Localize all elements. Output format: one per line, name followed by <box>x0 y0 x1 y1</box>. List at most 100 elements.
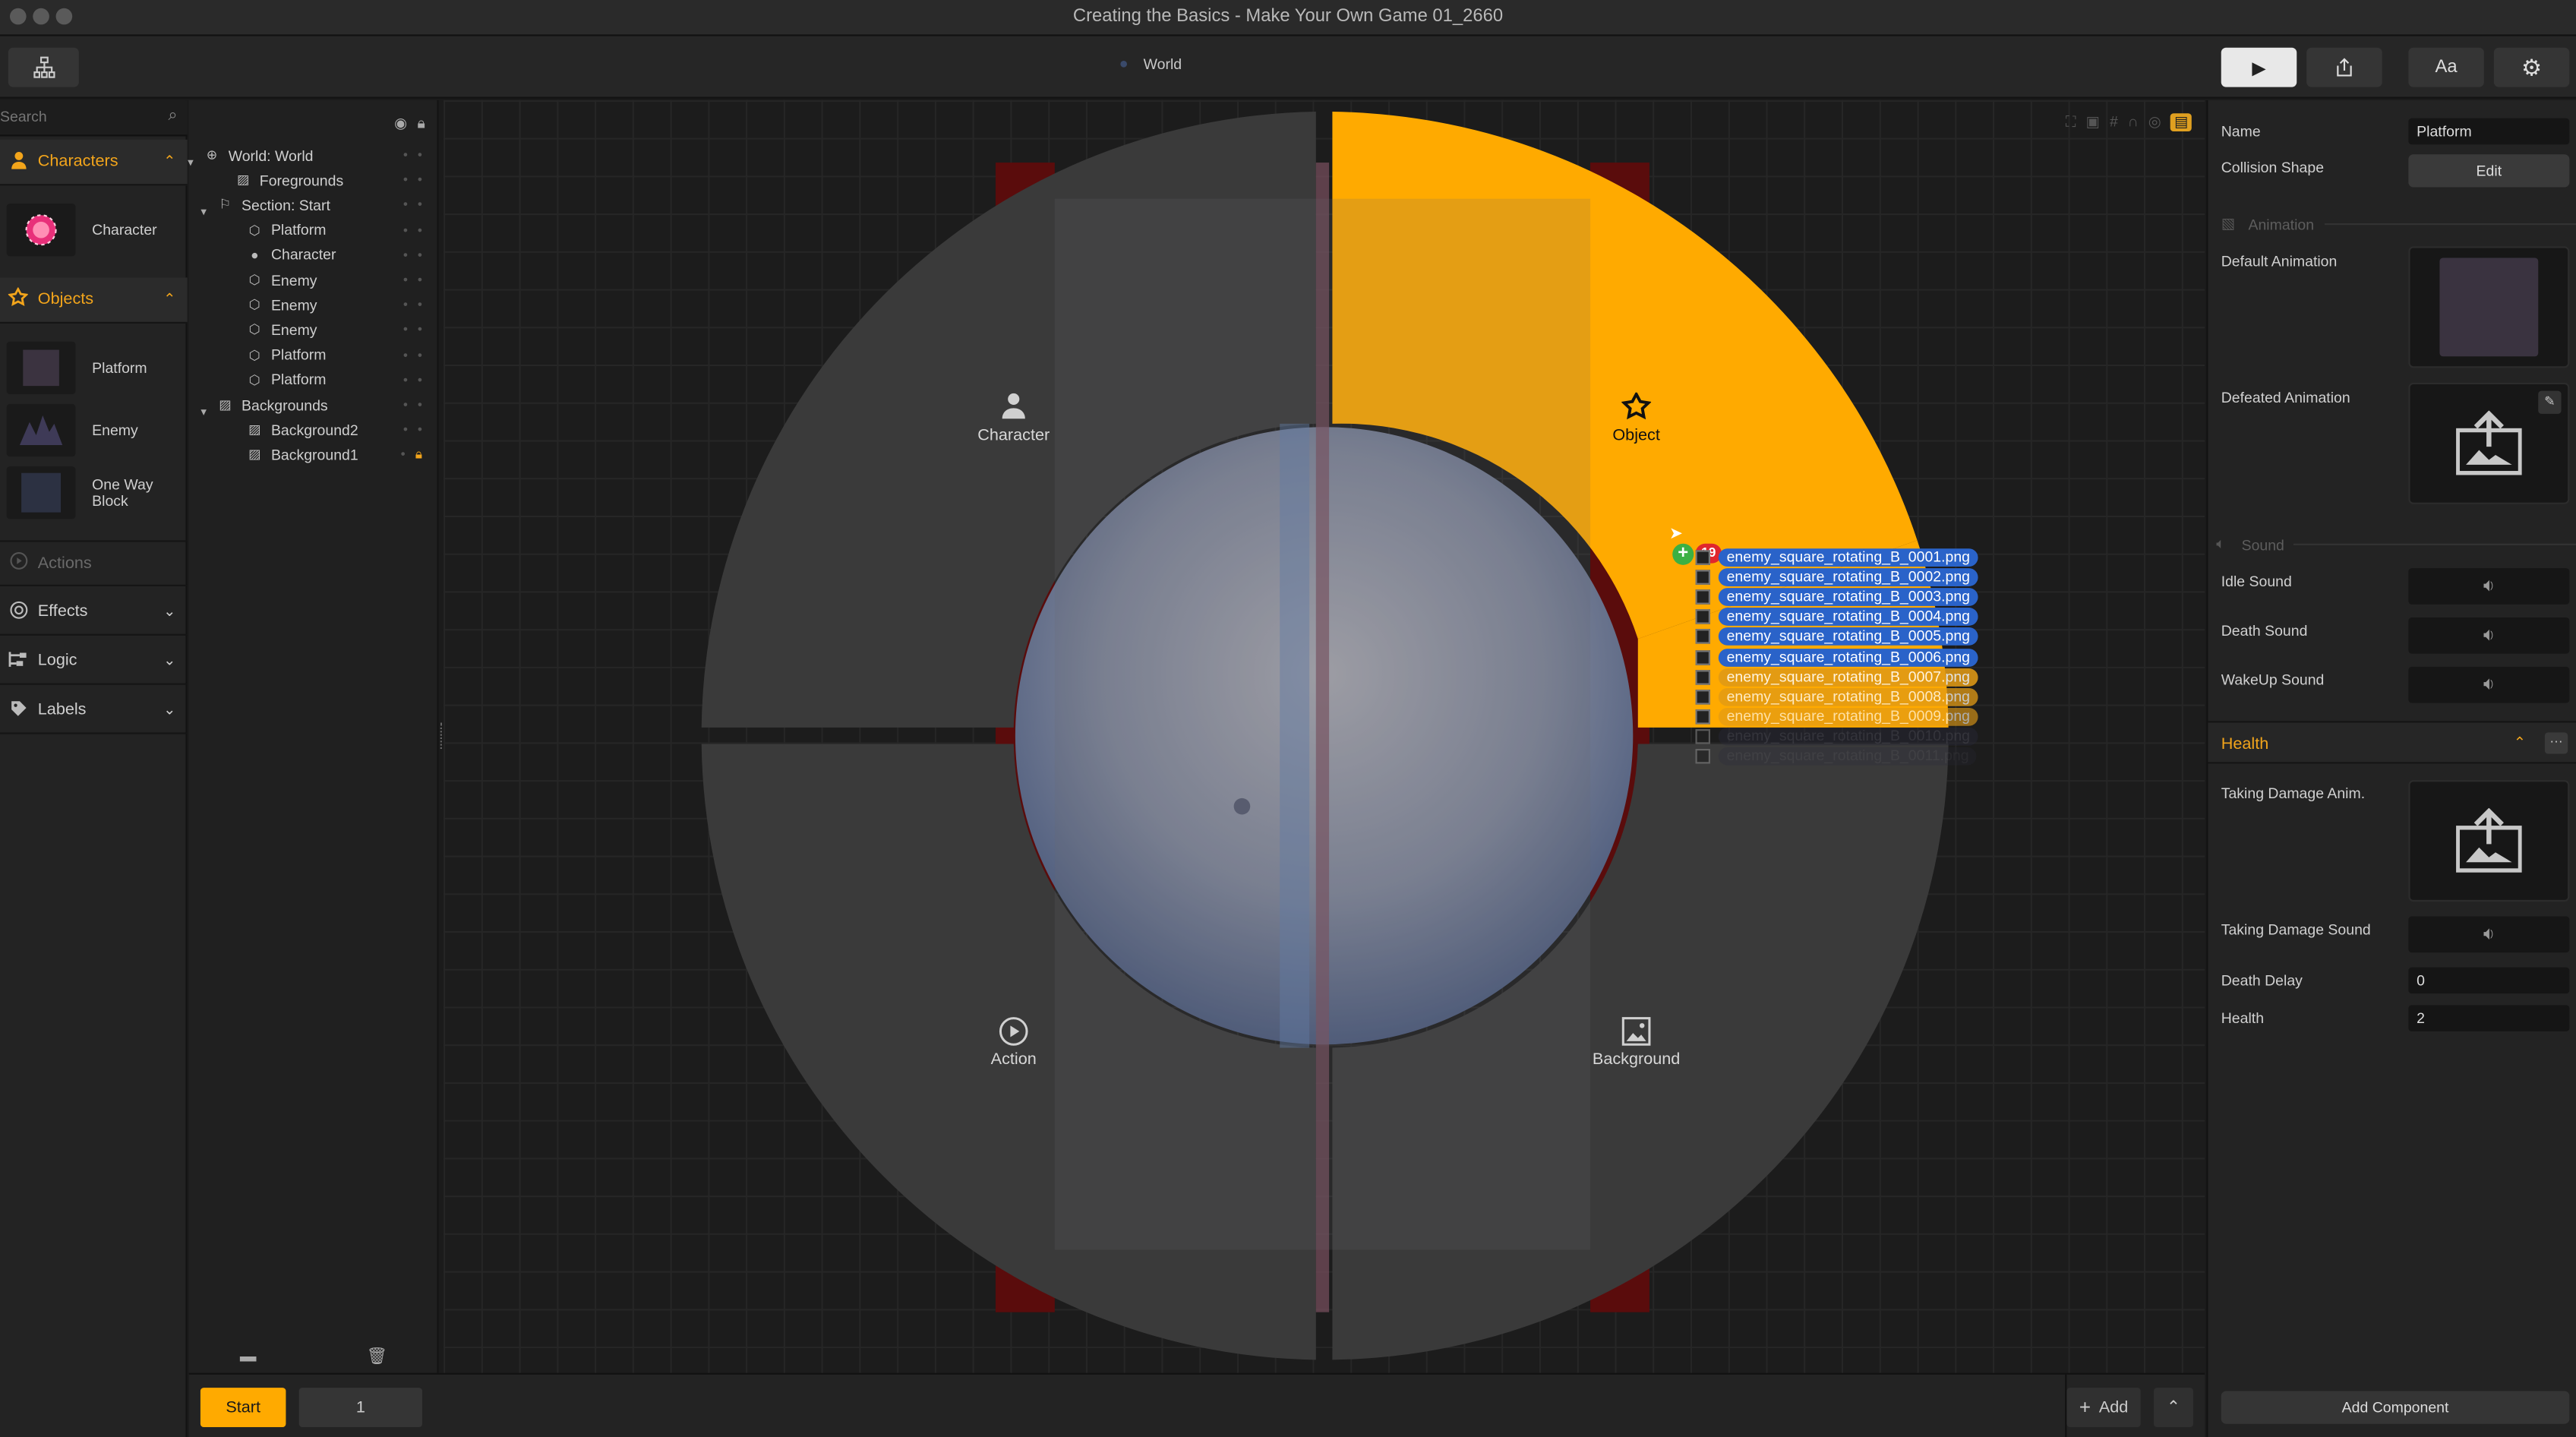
hierarchy-row[interactable]: ⬡ Platform •• <box>189 368 439 392</box>
visibility-lock-toggles[interactable]: •• <box>403 197 432 212</box>
hierarchy-row[interactable]: ⬡ Enemy •• <box>189 317 439 342</box>
defeated-animation-slot[interactable]: ✎ <box>2408 382 2570 504</box>
trash-icon[interactable]: 🗑︎ <box>366 1348 387 1366</box>
bottom-bar: Start 1 + Add ⌃ <box>188 1372 2205 1437</box>
eye-icon[interactable]: ◉ <box>394 115 407 133</box>
hierarchy-row[interactable]: ▾ ⚐ Section: Start •• <box>189 193 439 218</box>
section-characters-label: Characters <box>37 153 118 171</box>
file-thumbnail <box>1695 630 1710 645</box>
logic-icon <box>5 649 31 672</box>
edit-collision-button[interactable]: Edit <box>2408 154 2570 188</box>
section-number-field[interactable]: 1 <box>298 1388 422 1428</box>
visibility-lock-toggles[interactable]: •🔒︎ <box>401 447 432 463</box>
visibility-lock-toggles[interactable]: •• <box>403 298 432 312</box>
default-animation-slot[interactable] <box>2408 246 2570 368</box>
hierarchy-row[interactable]: ⬡ Enemy •• <box>189 267 439 292</box>
share-button[interactable] <box>2306 47 2382 87</box>
visibility-lock-toggles[interactable]: •• <box>403 323 432 337</box>
health-section-header[interactable]: Health ⌃ ··· <box>2208 721 2576 764</box>
enemy-thumbnail <box>6 403 76 457</box>
health-field[interactable]: 2 <box>2408 1005 2570 1031</box>
file-thumbnail <box>1695 689 1710 704</box>
radial-item-object[interactable]: Object <box>1562 390 1710 445</box>
hierarchy-row[interactable]: ▾ ⊕ World: World •• <box>188 143 439 169</box>
object-item-one-way-block[interactable]: One Way Block <box>0 463 188 523</box>
section-objects[interactable]: Objects ⌃ <box>0 277 188 324</box>
dragged-file-item: enemy_square_rotating_B_0005.png <box>1694 627 1978 646</box>
edit-pencil-icon[interactable]: ✎ <box>2538 390 2562 414</box>
name-field[interactable]: Platform <box>2408 118 2570 145</box>
visibility-lock-toggles[interactable]: •• <box>403 273 432 287</box>
lock-icon[interactable]: 🔒︎ <box>417 115 425 133</box>
radial-item-action[interactable]: Action <box>939 1016 1088 1069</box>
visibility-lock-toggles[interactable]: •• <box>403 348 432 362</box>
add-button[interactable]: + Add <box>2066 1388 2141 1428</box>
person-icon: ● <box>251 248 259 263</box>
expand-button[interactable]: ⌃ <box>2154 1388 2193 1428</box>
hierarchy-row[interactable]: ▨ Foregrounds •• <box>189 168 439 192</box>
object-icon: ⬡ <box>248 272 260 288</box>
hierarchy-row[interactable]: ⬡ Platform •• <box>189 218 439 242</box>
radial-item-character[interactable]: Character <box>939 393 1088 445</box>
font-button[interactable]: Aa <box>2408 47 2484 87</box>
gear-icon: ⚙ <box>2521 53 2543 80</box>
hierarchy-row[interactable]: ▨ Background1 •🔒︎ <box>189 443 439 467</box>
idle-sound-label: Idle Sound <box>2221 573 2292 590</box>
hierarchy-row[interactable]: ⬡ Enemy •• <box>189 292 439 317</box>
play-button[interactable]: ▶ <box>2221 47 2297 87</box>
hierarchy-row[interactable]: ● Character •• <box>189 243 439 267</box>
disclosure-triangle-icon[interactable]: ▾ <box>195 205 212 218</box>
speaker-icon: 🔉︎ <box>2483 674 2495 694</box>
world-breadcrumb[interactable]: World <box>1120 56 1182 72</box>
hierarchy-row[interactable]: ⬡ Platform •• <box>189 343 439 367</box>
hierarchy-row[interactable]: ▾ ▨ Backgrounds •• <box>189 393 439 418</box>
visibility-lock-toggles[interactable]: •• <box>403 248 432 262</box>
file-thumbnail <box>1695 589 1710 605</box>
section-labels[interactable]: Labels ⌄ <box>0 688 188 734</box>
person-icon <box>1002 393 1025 419</box>
settings-button[interactable]: ⚙ <box>2493 47 2570 87</box>
visibility-lock-toggles[interactable]: •• <box>403 148 432 163</box>
section-effects[interactable]: Effects ⌄ <box>0 589 188 636</box>
hierarchy-panel: ◉ 🔒︎ ▾ ⊕ World: World •• ▨ Foregrounds •• ▾ ⚐ Sec… <box>188 99 439 1437</box>
person-icon <box>5 150 31 173</box>
dragged-file-item: enemy_square_rotating_B_0007.png <box>1694 668 1978 686</box>
section-logic[interactable]: Logic ⌄ <box>0 639 188 685</box>
section-actions[interactable]: Actions <box>0 540 188 586</box>
dragged-file-name: enemy_square_rotating_B_0004.png <box>1718 608 1978 627</box>
taking-damage-sound-slot[interactable]: 🔉︎ <box>2408 916 2570 953</box>
section-characters[interactable]: Characters ⌃ <box>0 139 188 186</box>
visibility-lock-toggles[interactable]: •• <box>403 172 432 187</box>
death-sound-slot[interactable]: 🔉︎ <box>2408 617 2570 654</box>
visibility-lock-toggles[interactable]: •• <box>403 223 432 237</box>
folder-icon[interactable]: ▬ <box>240 1348 257 1366</box>
dragged-file-name: enemy_square_rotating_B_0009.png <box>1718 707 1978 726</box>
dragged-file-item: enemy_square_rotating_B_0001.png <box>1694 548 1978 567</box>
hierarchy-toggle-button[interactable] <box>8 47 79 87</box>
hierarchy-row-label: Platform <box>270 222 327 238</box>
dragged-file-item: enemy_square_rotating_B_0008.png <box>1694 687 1978 706</box>
visibility-lock-toggles[interactable]: •• <box>403 372 432 387</box>
idle-sound-slot[interactable]: 🔉︎ <box>2408 568 2570 605</box>
visibility-lock-toggles[interactable]: •• <box>403 397 432 412</box>
disclosure-triangle-icon[interactable]: ▾ <box>182 155 199 168</box>
disclosure-triangle-icon[interactable]: ▾ <box>195 405 212 418</box>
visibility-lock-toggles[interactable]: •• <box>403 422 432 437</box>
hierarchy-row-label: Section: Start <box>242 197 330 213</box>
dragged-file-item: enemy_square_rotating_B_0009.png <box>1694 707 1978 726</box>
character-item[interactable]: Character <box>0 201 188 260</box>
speaker-icon: 🔉︎ <box>2483 624 2495 645</box>
section-labels-label: Labels <box>37 701 87 720</box>
more-options-button[interactable]: ··· <box>2544 732 2568 754</box>
object-item-enemy[interactable]: Enemy <box>0 401 188 460</box>
object-item-platform[interactable]: Platform <box>0 338 188 397</box>
death-delay-field[interactable]: 0 <box>2408 967 2570 994</box>
hierarchy-row[interactable]: ▨ Background2 •• <box>189 418 439 442</box>
panel-resize-handle[interactable] <box>440 722 444 750</box>
search-input[interactable] <box>0 105 148 128</box>
section-start-button[interactable]: Start <box>200 1388 286 1428</box>
wakeup-sound-slot[interactable]: 🔉︎ <box>2408 666 2570 703</box>
add-component-button[interactable]: Add Component <box>2221 1391 2570 1424</box>
taking-damage-anim-slot[interactable] <box>2408 780 2570 902</box>
radial-item-background[interactable]: Background <box>1562 1016 1710 1069</box>
